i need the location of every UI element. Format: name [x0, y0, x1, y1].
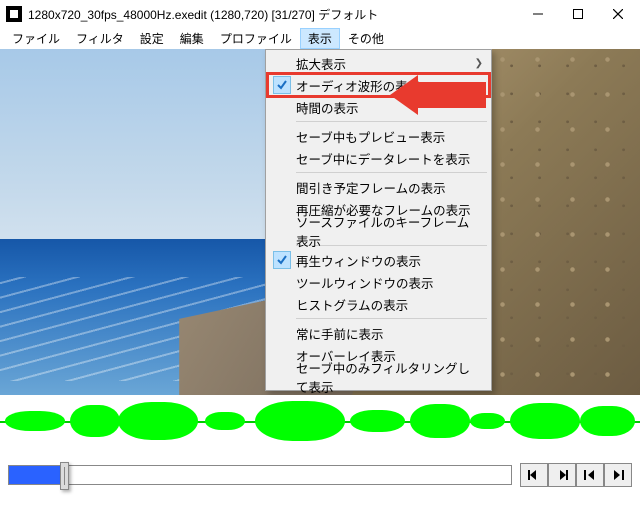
menu-表示[interactable]: 表示: [300, 28, 340, 49]
check-icon: [273, 295, 291, 313]
audio-waveform[interactable]: [0, 395, 640, 447]
last-frame-button[interactable]: [604, 463, 632, 487]
menu-item-セーブ中もプレビュー表示[interactable]: セーブ中もプレビュー表示: [268, 125, 489, 147]
maximize-button[interactable]: [558, 0, 598, 28]
menu-編集[interactable]: 編集: [172, 28, 212, 49]
check-icon: [273, 98, 291, 116]
check-icon: [273, 200, 291, 218]
timeline-progress: [9, 466, 64, 484]
video-preview: 拡大表示❯オーディオ波形の表示時間の表示セーブ中もプレビュー表示セーブ中にデータ…: [0, 49, 640, 395]
close-button[interactable]: [598, 0, 638, 28]
next-frame-button[interactable]: [548, 463, 576, 487]
menubar: ファイルフィルタ設定編集プロファイル表示その他: [0, 28, 640, 49]
check-icon: [273, 127, 291, 145]
timeline-track[interactable]: [8, 465, 512, 485]
menu-フィルタ[interactable]: フィルタ: [68, 28, 132, 49]
menu-item-間引き予定フレームの表示[interactable]: 間引き予定フレームの表示: [268, 176, 489, 198]
menu-item-セーブ中のみフィルタリングして表示[interactable]: セーブ中のみフィルタリングして表示: [268, 366, 489, 388]
menu-item-label: セーブ中のみフィルタリングして表示: [296, 358, 471, 395]
menu-item-label: 再生ウィンドウの表示: [296, 251, 421, 270]
menu-item-セーブ中にデータレートを表示[interactable]: セーブ中にデータレートを表示: [268, 147, 489, 169]
check-icon: [273, 273, 291, 291]
prev-frame-button[interactable]: [520, 463, 548, 487]
chevron-right-icon: ❯: [475, 58, 483, 69]
check-icon: [273, 149, 291, 167]
menu-item-ヒストグラムの表示[interactable]: ヒストグラムの表示: [268, 293, 489, 315]
titlebar: 1280x720_30fps_48000Hz.exedit (1280,720)…: [0, 0, 640, 28]
check-icon: [273, 54, 291, 72]
menu-item-拡大表示[interactable]: 拡大表示 ❯: [268, 52, 489, 74]
menu-item-常に手前に表示[interactable]: 常に手前に表示: [268, 322, 489, 344]
check-icon: [273, 368, 291, 386]
menu-separator: [296, 121, 487, 122]
menu-その他[interactable]: その他: [340, 28, 392, 49]
check-icon: [273, 346, 291, 364]
menu-item-ソースファイルのキーフレーム表示[interactable]: ソースファイルのキーフレーム表示: [268, 220, 489, 242]
menu-item-label: セーブ中もプレビュー表示: [296, 127, 445, 146]
menu-item-再生ウィンドウの表示[interactable]: 再生ウィンドウの表示: [268, 249, 489, 271]
footer: [0, 447, 640, 503]
first-frame-button[interactable]: [576, 463, 604, 487]
menu-item-label: 拡大表示: [296, 54, 346, 73]
check-icon: [273, 178, 291, 196]
menu-separator: [296, 172, 487, 173]
menu-separator: [296, 318, 487, 319]
menu-item-label: 間引き予定フレームの表示: [296, 178, 446, 197]
menu-item-label: ヒストグラムの表示: [296, 295, 408, 314]
check-icon: [273, 324, 291, 342]
window-title: 1280x720_30fps_48000Hz.exedit (1280,720)…: [28, 6, 518, 23]
menu-item-ツールウィンドウの表示[interactable]: ツールウィンドウの表示: [268, 271, 489, 293]
menu-プロファイル[interactable]: プロファイル: [212, 28, 300, 49]
check-icon: [273, 251, 291, 269]
transport-controls: [520, 463, 632, 487]
minimize-button[interactable]: [518, 0, 558, 28]
check-icon: [273, 76, 291, 94]
app-icon: [6, 6, 22, 22]
menu-item-label: 時間の表示: [296, 98, 359, 117]
menu-item-label: 常に手前に表示: [296, 324, 384, 343]
check-icon: [273, 222, 291, 240]
menu-item-label: セーブ中にデータレートを表示: [296, 149, 470, 168]
timeline-handle[interactable]: [60, 462, 69, 490]
menu-設定[interactable]: 設定: [132, 28, 172, 49]
menu-item-label: ツールウィンドウの表示: [296, 273, 434, 292]
menu-item-label: ソースファイルのキーフレーム表示: [296, 212, 471, 250]
menu-ファイル[interactable]: ファイル: [4, 28, 68, 49]
